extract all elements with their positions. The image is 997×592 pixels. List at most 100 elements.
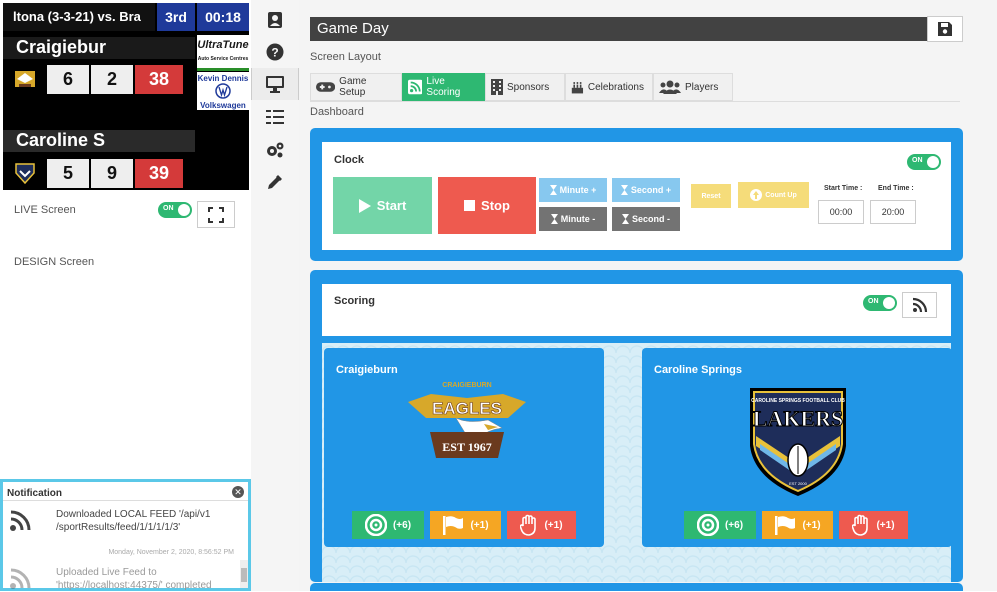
reset-button[interactable]: Reset bbox=[691, 184, 731, 208]
tab-celebrations[interactable]: Celebrations bbox=[565, 73, 653, 101]
count-up-label: Count Up bbox=[765, 191, 797, 199]
tab-live-scoring[interactable]: Live Scoring bbox=[402, 73, 485, 101]
hand-stop-icon bbox=[520, 514, 537, 536]
behind-label: (+1) bbox=[470, 519, 489, 531]
start-time-input[interactable]: 00:00 bbox=[818, 200, 864, 224]
tab-bar: Game Setup Live Scoring Sponsors Celebra… bbox=[310, 73, 733, 101]
goal-label: (+6) bbox=[724, 519, 744, 531]
end-time-input[interactable]: 20:00 bbox=[870, 200, 916, 224]
team1-goals: 6 bbox=[47, 64, 89, 94]
sponsor2-name: Kevin Dennis bbox=[197, 74, 249, 83]
team1-total: 38 bbox=[135, 64, 183, 94]
minute-minus-button[interactable]: Minute - bbox=[539, 207, 607, 231]
toggle-knob bbox=[927, 156, 939, 168]
stop-clock-button[interactable]: Stop bbox=[438, 177, 536, 234]
rushed-label: (+1) bbox=[544, 519, 563, 531]
rss-icon bbox=[912, 297, 927, 313]
team2-goals: 5 bbox=[47, 158, 89, 188]
scoreboard-header: ltona (3-3-21) vs. Bra 3rd 00:18 bbox=[3, 3, 249, 31]
volkswagen-logo-icon bbox=[215, 83, 231, 99]
tab-label: Live Scoring bbox=[426, 76, 461, 98]
clock-card: Clock ON Start Stop Minute + Second + Mi… bbox=[322, 142, 951, 250]
gamepad-icon bbox=[316, 82, 336, 92]
team2-rushed-button[interactable]: (+1) bbox=[839, 511, 908, 539]
minute-plus-button[interactable]: Minute + bbox=[539, 178, 607, 202]
minute-minus-label: Minute - bbox=[560, 214, 596, 224]
start-clock-button[interactable]: Start bbox=[333, 177, 432, 234]
sponsor1-name: UltraTune bbox=[197, 39, 249, 51]
notification-message: Uploaded Live Feed to 'https://localhost… bbox=[56, 567, 212, 591]
live-scoreboard-preview: ltona (3-3-21) vs. Bra 3rd 00:18 Craigie… bbox=[3, 3, 249, 190]
arrow-up-circle-icon bbox=[750, 189, 763, 201]
tab-players[interactable]: Players bbox=[653, 73, 733, 101]
team2-goal-button[interactable]: (+6) bbox=[684, 511, 756, 539]
target-icon bbox=[696, 514, 719, 536]
stop-icon bbox=[464, 200, 476, 211]
second-plus-button[interactable]: Second + bbox=[612, 178, 680, 202]
sidebar-settings-button[interactable] bbox=[251, 134, 299, 166]
tab-label: Celebrations bbox=[587, 81, 644, 93]
design-screen-label: DESIGN Screen bbox=[14, 256, 95, 268]
sidebar-help-button[interactable]: ? bbox=[251, 36, 299, 68]
eagles-logo-top-text: CRAIGIEBURN bbox=[442, 382, 491, 389]
tab-game-setup[interactable]: Game Setup bbox=[310, 73, 402, 101]
live-toggle-label: ON bbox=[163, 205, 174, 212]
tab-label: Players bbox=[685, 81, 719, 93]
sponsor-ultratune: UltraTune Auto Service Centres bbox=[197, 35, 249, 71]
notification-panel: Notification ✕ Downloaded LOCAL FEED '/a… bbox=[0, 479, 251, 591]
save-button[interactable] bbox=[927, 16, 963, 42]
page-title: Game Day bbox=[310, 17, 927, 41]
eyedropper-icon bbox=[268, 175, 282, 189]
scrollbar-thumb[interactable] bbox=[241, 568, 247, 582]
expand-icon bbox=[208, 206, 224, 223]
gears-icon bbox=[267, 142, 284, 158]
sidebar-list-button[interactable] bbox=[251, 101, 299, 133]
eagles-logo-est-text: EST 1967 bbox=[442, 440, 491, 454]
list-icon bbox=[266, 110, 284, 124]
scoreboard-divider bbox=[3, 101, 195, 129]
clock-panel: Clock ON Start Stop Minute + Second + Mi… bbox=[310, 128, 963, 261]
live-screen-toggle[interactable]: ON bbox=[158, 202, 192, 218]
tab-sponsors[interactable]: Sponsors bbox=[485, 73, 565, 101]
eagles-logo-main-text: EAGLES bbox=[432, 399, 502, 418]
next-panel-edge bbox=[310, 583, 963, 591]
scoring-feed-button[interactable] bbox=[902, 292, 937, 318]
sidebar-contact-button[interactable] bbox=[251, 4, 299, 36]
sponsor1-subtitle: Auto Service Centres bbox=[197, 56, 249, 62]
team2-score-row: 5 9 39 bbox=[3, 155, 195, 191]
question-circle-icon: ? bbox=[266, 43, 284, 61]
birthday-cake-icon bbox=[571, 82, 584, 94]
team1-goal-button[interactable]: (+6) bbox=[352, 511, 424, 539]
team1-behind-button[interactable]: (+1) bbox=[430, 511, 501, 539]
lakers-logo-est-text: EST 2000 bbox=[789, 481, 807, 486]
screen-layout-label: Screen Layout bbox=[310, 51, 381, 63]
scoring-panel: Scoring ON Craigieburn CRAIGIEBURN EAGLE… bbox=[310, 270, 963, 582]
target-icon bbox=[364, 514, 387, 536]
team2-behind-button[interactable]: (+1) bbox=[762, 511, 833, 539]
scoring-title: Scoring bbox=[334, 295, 375, 307]
team1-rushed-button[interactable]: (+1) bbox=[507, 511, 576, 539]
scoring-toggle[interactable]: ON bbox=[863, 295, 897, 311]
fullscreen-button[interactable] bbox=[197, 201, 235, 228]
team2-logo-icon bbox=[3, 155, 47, 191]
rss-icon bbox=[10, 568, 31, 589]
monitor-icon bbox=[266, 76, 284, 93]
lakers-logo-icon: CAROLINE SPRINGS FOOTBALL CLUB LAKERS ES… bbox=[750, 388, 846, 496]
notification-scrollbar[interactable] bbox=[240, 560, 248, 588]
notification-divider bbox=[3, 500, 248, 501]
eagles-logo-icon: CRAIGIEBURN EAGLES EST 1967 bbox=[408, 382, 526, 458]
toggle-knob bbox=[883, 297, 895, 309]
sidebar-screen-button[interactable] bbox=[251, 68, 299, 100]
game-clock: 00:18 bbox=[195, 3, 249, 31]
team2-behinds: 9 bbox=[91, 158, 133, 188]
team2-name: Caroline S bbox=[3, 130, 195, 152]
rss-icon bbox=[10, 510, 31, 531]
clock-toggle[interactable]: ON bbox=[907, 154, 941, 170]
sidebar-design-button[interactable] bbox=[251, 166, 299, 198]
second-minus-button[interactable]: Second - bbox=[612, 207, 680, 231]
team2-scoring-name: Caroline Springs bbox=[654, 364, 743, 376]
team2-scoring-card: Caroline Springs CAROLINE SPRINGS FOOTBA… bbox=[642, 348, 952, 547]
lakers-logo-main-text: LAKERS bbox=[753, 406, 843, 431]
notification-close-button[interactable]: ✕ bbox=[232, 486, 244, 498]
count-up-button[interactable]: Count Up bbox=[738, 182, 809, 208]
